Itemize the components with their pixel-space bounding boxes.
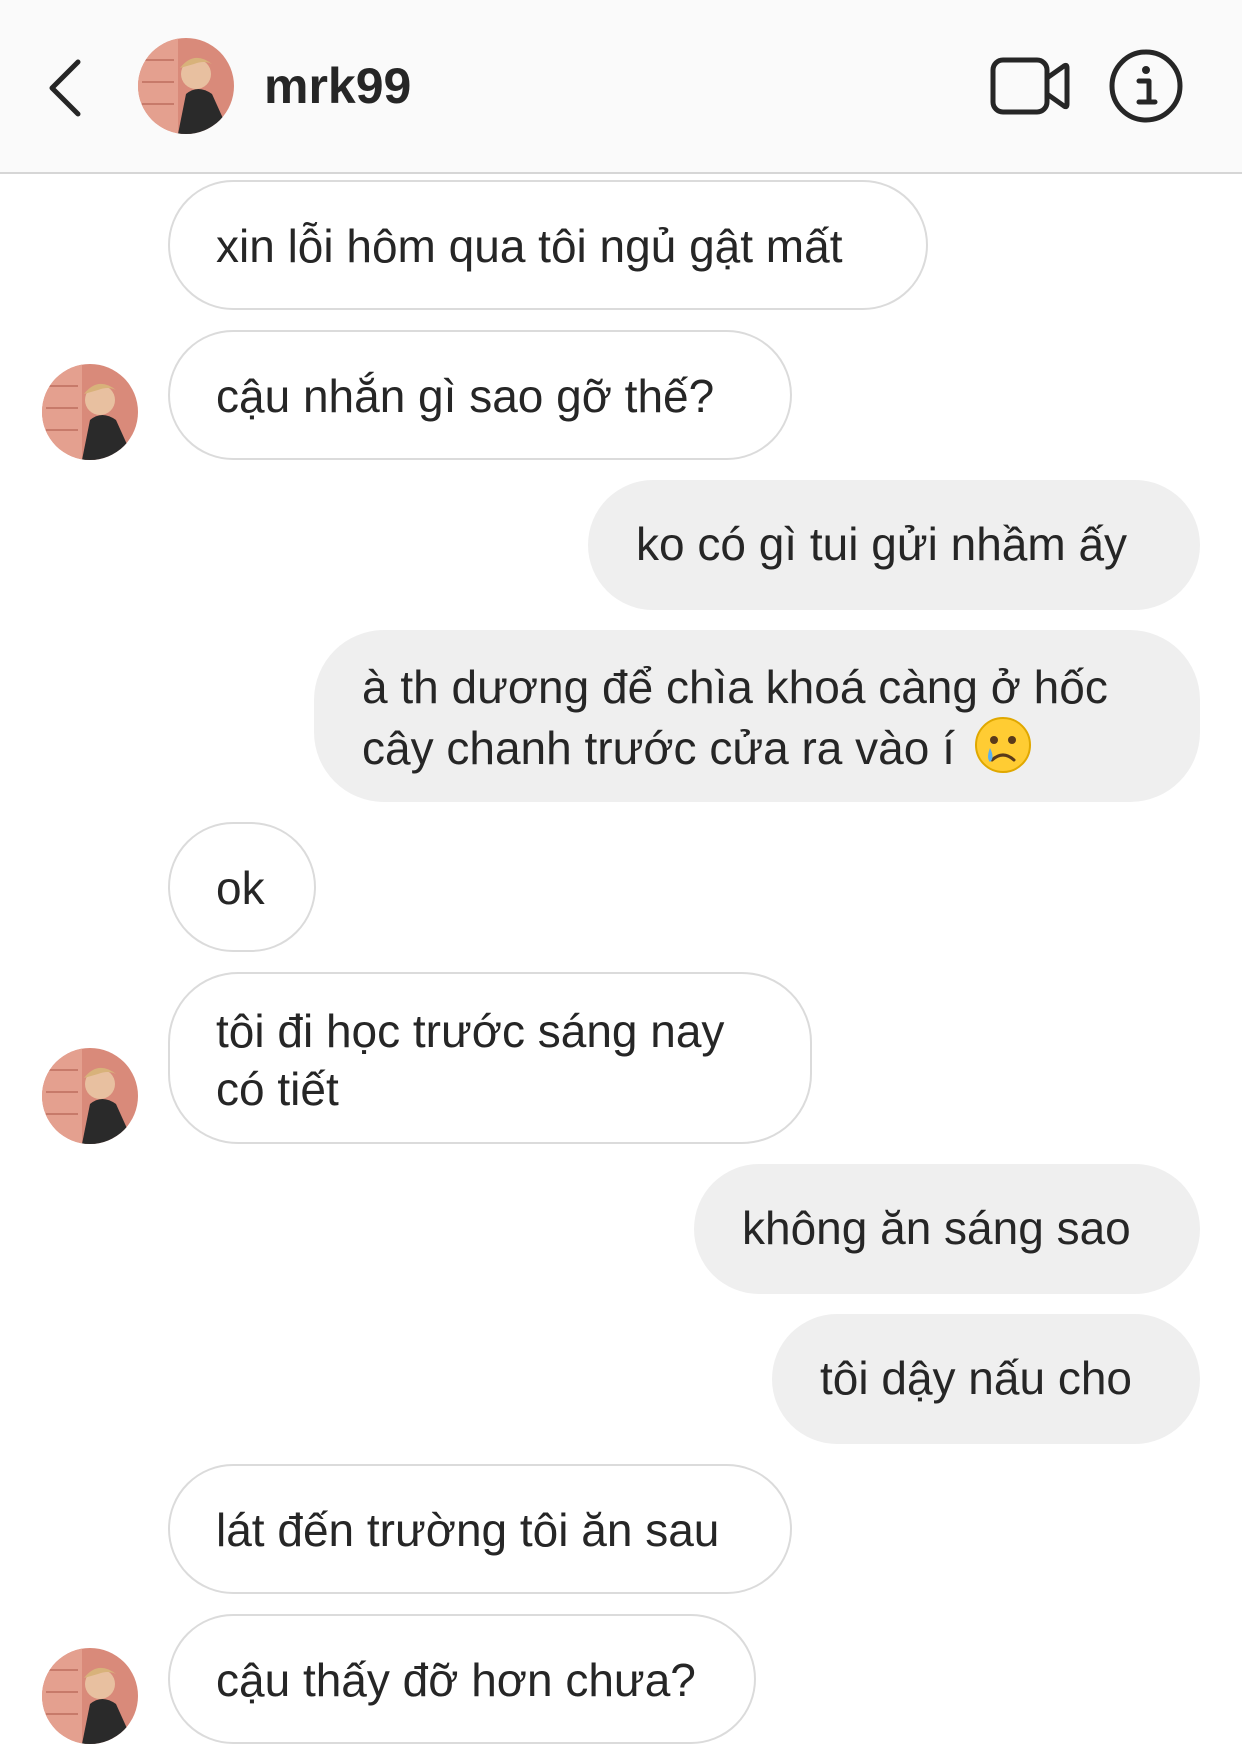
outgoing-message[interactable]: không ăn sáng sao <box>694 1164 1200 1294</box>
message-text: ko có gì tui gửi nhầm ấy <box>636 518 1128 570</box>
contact-avatar[interactable] <box>42 1648 138 1744</box>
info-icon <box>1109 49 1183 123</box>
message-text: cậu thấy đỡ hơn chưa? <box>216 1654 696 1706</box>
incoming-message[interactable]: ok <box>168 822 316 952</box>
contact-avatar[interactable] <box>138 38 234 134</box>
contact-avatar[interactable] <box>42 1048 138 1144</box>
contact-username[interactable]: mrk99 <box>264 56 411 116</box>
info-button[interactable] <box>1108 48 1184 124</box>
outgoing-message[interactable]: ko có gì tui gửi nhầm ấy <box>588 480 1200 610</box>
incoming-message[interactable]: cậu thấy đỡ hơn chưa? <box>168 1614 756 1744</box>
message-text: cậu nhắn gì sao gỡ thế? <box>216 370 715 422</box>
chat-header: mrk99 <box>0 0 1242 174</box>
outgoing-message[interactable]: à th dương để chìa khoá càng ở hốc cây c… <box>314 630 1200 802</box>
chevron-left-icon <box>49 59 81 117</box>
message-text: không ăn sáng sao <box>742 1202 1131 1254</box>
video-call-button[interactable] <box>990 54 1070 120</box>
incoming-message[interactable]: lát đến trường tôi ăn sau <box>168 1464 792 1594</box>
outgoing-message[interactable]: tôi dậy nấu cho <box>772 1314 1200 1444</box>
incoming-message[interactable]: tôi đi học trước sáng nay có tiết <box>168 972 812 1144</box>
message-text: xin lỗi hôm qua tôi ngủ gật mất <box>216 220 843 272</box>
crying-face-emoji <box>974 717 1031 773</box>
incoming-message[interactable]: xin lỗi hôm qua tôi ngủ gật mất <box>168 180 928 310</box>
contact-avatar[interactable] <box>42 364 138 460</box>
message-text: tôi dậy nấu cho <box>820 1352 1133 1404</box>
message-text: ok <box>216 862 265 914</box>
message-text: lát đến trường tôi ăn sau <box>216 1504 720 1556</box>
back-button[interactable] <box>38 48 98 128</box>
video-camera-icon <box>990 57 1070 115</box>
message-text: tôi đi học trước sáng nay có tiết <box>216 1005 725 1115</box>
incoming-message[interactable]: cậu nhắn gì sao gỡ thế? <box>168 330 792 460</box>
